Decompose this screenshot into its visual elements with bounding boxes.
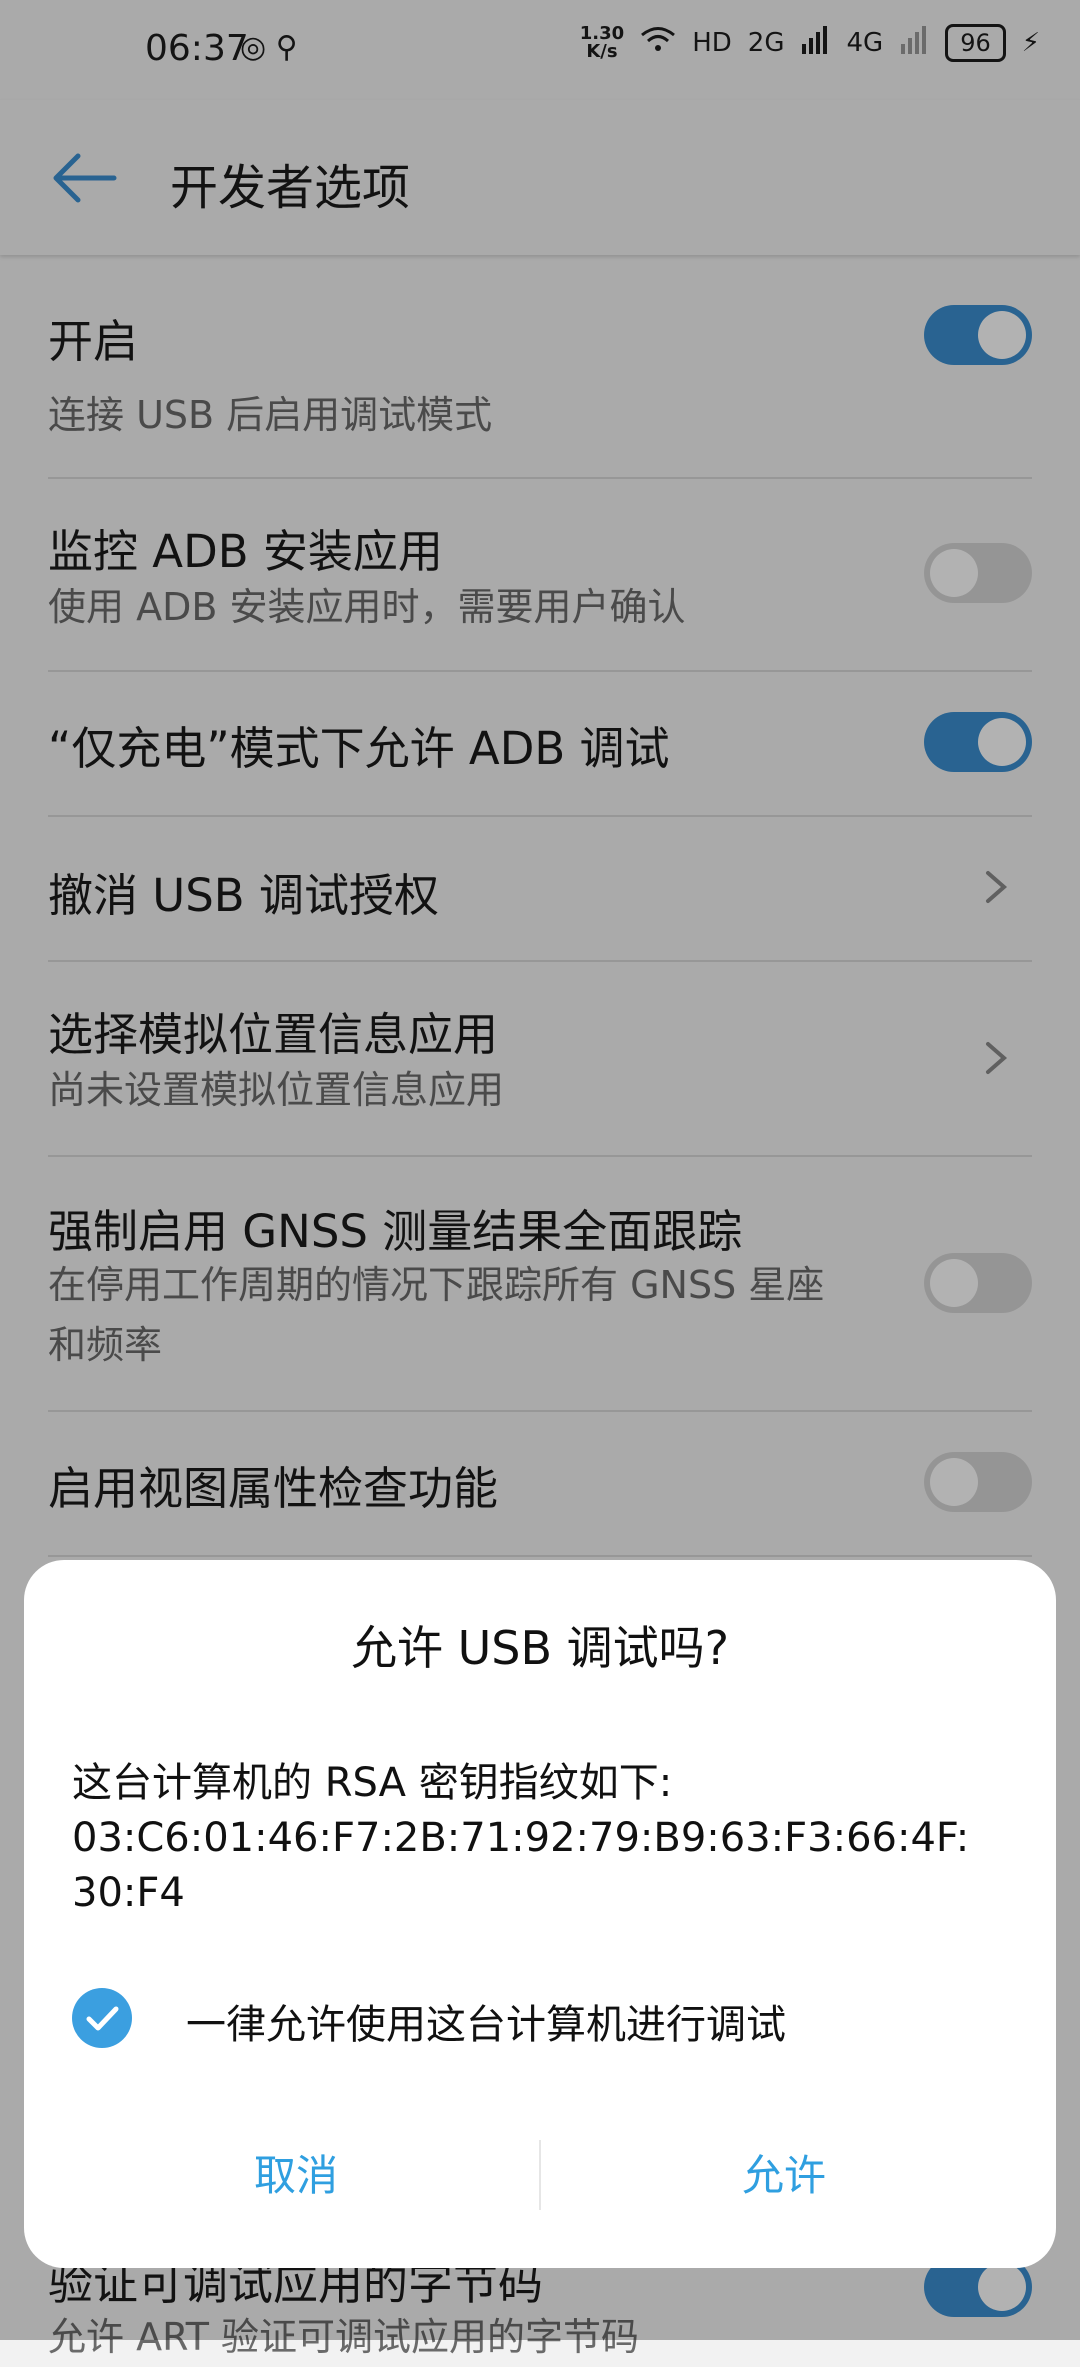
button-divider (539, 2140, 541, 2210)
dialog-message: 这台计算机的 RSA 密钥指纹如下: 03:C6:01:46:F7:2B:71:… (72, 1756, 1022, 1921)
rsa-fingerprint-line: 30:F4 (72, 1870, 185, 1916)
always-allow-label[interactable]: 一律允许使用这台计算机进行调试 (186, 1992, 786, 2050)
always-allow-checkbox[interactable] (72, 1988, 132, 2048)
rsa-fingerprint-line: 03:C6:01:46:F7:2B:71:92:79:B9:63:F3:66:4… (72, 1815, 970, 1861)
dialog-title: 允许 USB 调试吗? (350, 1621, 730, 1675)
rsa-fingerprint-intro: 这台计算机的 RSA 密钥指纹如下: (72, 1760, 673, 1806)
usb-debug-dialog: 允许 USB 调试吗? 这台计算机的 RSA 密钥指纹如下: 03:C6:01:… (24, 1560, 1056, 2268)
allow-button[interactable]: 允许 (584, 2142, 984, 2203)
check-icon (86, 2006, 119, 2031)
cancel-button[interactable]: 取消 (96, 2142, 496, 2203)
